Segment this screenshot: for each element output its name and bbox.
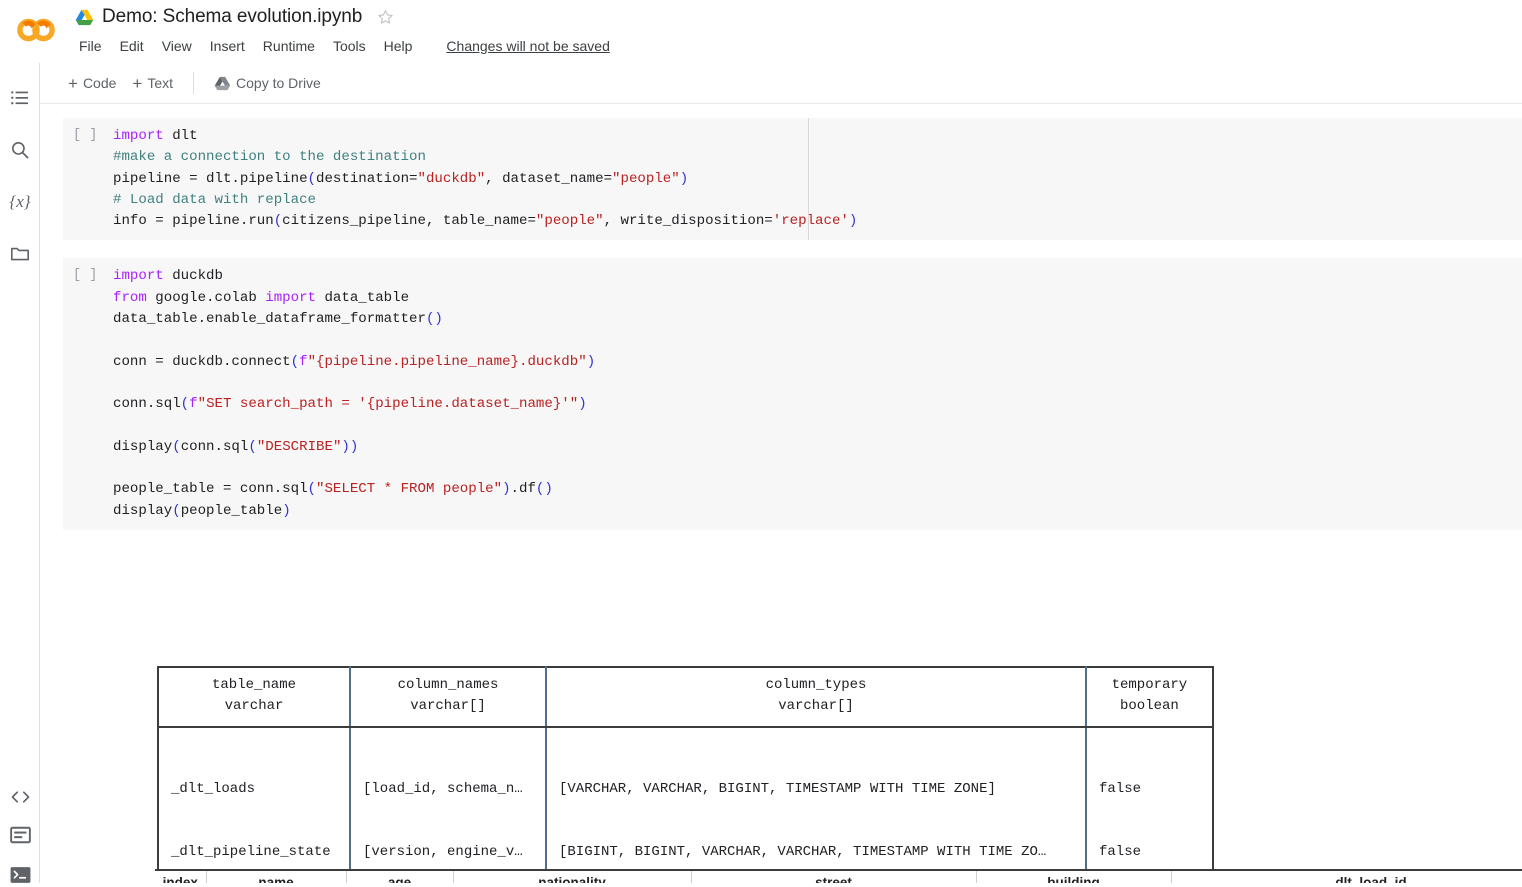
df-header-dlt-load-id[interactable]: _dlt_load_id bbox=[1171, 870, 1522, 883]
colab-logo[interactable] bbox=[14, 12, 58, 48]
describe-table: table_name varchar column_names varchar[… bbox=[157, 666, 1214, 883]
variables-icon: {x} bbox=[9, 192, 31, 211]
describe-col-column-names: column_names varchar[] bbox=[349, 667, 546, 728]
df-header-building[interactable]: building bbox=[976, 870, 1172, 883]
menu-edit[interactable]: Edit bbox=[111, 36, 153, 56]
describe-cell-temporary: false false false false bbox=[1085, 727, 1213, 883]
describe-table-head: table_name varchar column_names varchar[… bbox=[158, 667, 1213, 728]
save-status-note[interactable]: Changes will not be saved bbox=[446, 38, 609, 54]
df-header-index[interactable]: index bbox=[155, 870, 207, 883]
notebook-toolbar: + Code + Text Copy to Drive bbox=[40, 63, 1522, 104]
describe-output: table_name varchar column_names varchar[… bbox=[157, 666, 1214, 883]
describe-cell-column-names: [load_id, schema_n… [version, engine_v… … bbox=[349, 727, 546, 883]
describe-col-column-types: column_types varchar[] bbox=[545, 667, 1086, 728]
star-icon[interactable] bbox=[376, 8, 395, 27]
plus-icon: + bbox=[68, 73, 78, 93]
search-icon bbox=[11, 141, 29, 159]
table-header-row: index name age nationality street buildi… bbox=[155, 870, 1522, 883]
describe-cell-column-types: [VARCHAR, VARCHAR, BIGINT, TIMESTAMP WIT… bbox=[545, 727, 1086, 883]
copy-to-drive-button[interactable]: Copy to Drive bbox=[206, 71, 329, 95]
sidebar-item-terminal[interactable] bbox=[8, 863, 32, 887]
notebook-title-row: Demo: Schema evolution.ipynb bbox=[75, 2, 395, 32]
add-text-cell-button[interactable]: + Text bbox=[124, 71, 181, 96]
describe-table-body: _dlt_loads _dlt_pipeline_state _dlt_vers… bbox=[158, 727, 1213, 883]
add-text-label: Text bbox=[147, 75, 174, 91]
add-code-cell-button[interactable]: + Code bbox=[60, 71, 124, 96]
files-icon bbox=[11, 247, 29, 261]
page-title[interactable]: Demo: Schema evolution.ipynb bbox=[102, 6, 362, 28]
code-cell[interactable]: [ ] import duckdb from google.colab impo… bbox=[63, 258, 1522, 531]
sidebar-item-search[interactable] bbox=[8, 138, 32, 162]
sidebar-item-code-snippets[interactable] bbox=[8, 785, 32, 809]
notebook-body: [ ] import dlt #make a connection to the… bbox=[41, 104, 1522, 883]
menu-tools[interactable]: Tools bbox=[324, 36, 375, 56]
sidebar-item-variables[interactable]: {x} bbox=[8, 190, 32, 214]
menu-runtime[interactable]: Runtime bbox=[254, 36, 324, 56]
toolbar-divider bbox=[193, 72, 195, 94]
menu-help[interactable]: Help bbox=[375, 36, 422, 56]
df-header-age[interactable]: age bbox=[346, 870, 454, 883]
dataframe-table-head: index name age nationality street buildi… bbox=[155, 870, 1522, 883]
describe-col-table-name: table_name varchar bbox=[158, 667, 350, 728]
plus-icon: + bbox=[132, 73, 143, 93]
drive-icon bbox=[214, 76, 231, 90]
sidebar-item-files[interactable] bbox=[8, 242, 32, 266]
copy-to-drive-label: Copy to Drive bbox=[236, 75, 321, 91]
code-cell[interactable]: [ ] import dlt #make a connection to the… bbox=[63, 118, 1522, 241]
menu-insert[interactable]: Insert bbox=[201, 36, 254, 56]
add-code-label: Code bbox=[82, 75, 117, 91]
table-row: _dlt_loads _dlt_pipeline_state _dlt_vers… bbox=[158, 727, 1213, 883]
dataframe-output: index name age nationality street buildi… bbox=[155, 869, 1522, 883]
code-content[interactable]: import duckdb from google.colab import d… bbox=[113, 266, 595, 522]
run-cell-button[interactable]: [ ] bbox=[63, 126, 113, 232]
command-palette-icon bbox=[9, 826, 31, 844]
drive-icon bbox=[75, 9, 94, 25]
sidebar-item-table-of-contents[interactable] bbox=[8, 86, 32, 110]
column-ruler bbox=[808, 118, 809, 241]
df-header-nationality[interactable]: nationality bbox=[453, 870, 692, 883]
menu-bar: File Edit View Insert Runtime Tools Help… bbox=[75, 33, 610, 59]
df-header-street[interactable]: street bbox=[691, 870, 977, 883]
menu-view[interactable]: View bbox=[153, 36, 201, 56]
describe-cell-table-name: _dlt_loads _dlt_pipeline_state _dlt_vers… bbox=[171, 781, 331, 860]
menu-file[interactable]: File bbox=[75, 36, 111, 56]
df-header-name[interactable]: name bbox=[206, 870, 347, 883]
sidebar-item-command-palette[interactable] bbox=[8, 823, 32, 847]
table-header-row: table_name varchar column_names varchar[… bbox=[158, 667, 1213, 728]
describe-col-temporary: temporary boolean bbox=[1085, 667, 1213, 728]
dataframe-table: index name age nationality street buildi… bbox=[155, 869, 1522, 883]
app-header: Demo: Schema evolution.ipynb File Edit V… bbox=[0, 0, 1522, 63]
colab-logo-icon bbox=[17, 18, 55, 42]
left-sidebar: {x} bbox=[0, 63, 40, 883]
table-of-contents-icon bbox=[11, 91, 28, 105]
code-snippets-icon bbox=[11, 791, 29, 803]
run-cell-button[interactable]: [ ] bbox=[63, 266, 113, 522]
code-content[interactable]: import dlt #make a connection to the des… bbox=[113, 126, 857, 232]
terminal-icon bbox=[10, 867, 30, 883]
